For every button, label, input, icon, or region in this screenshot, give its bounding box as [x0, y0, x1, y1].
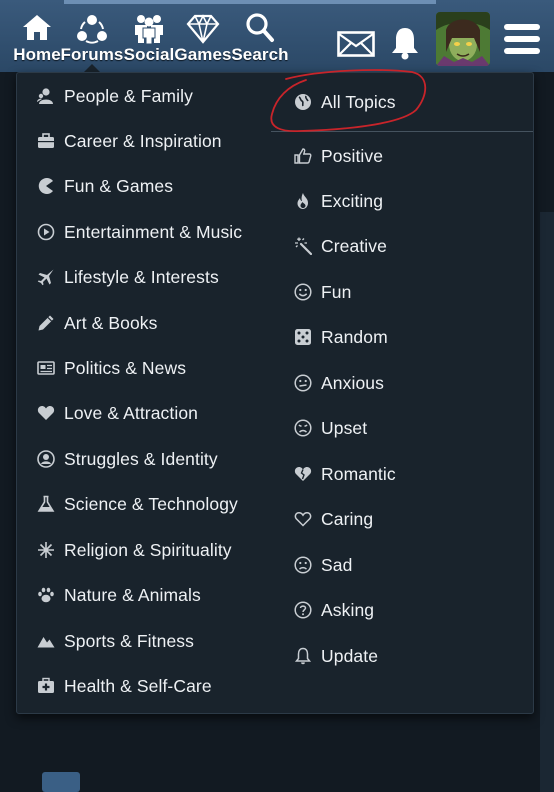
topic-random[interactable]: Random [292, 322, 388, 352]
people-icon [35, 85, 57, 107]
forums-icon [77, 15, 107, 44]
user-avatar[interactable] [436, 12, 490, 66]
heart-broken-icon [292, 463, 314, 485]
category-politics-news[interactable]: Politics & News [35, 353, 186, 383]
category-fun-games[interactable]: Fun & Games [35, 171, 173, 201]
nav-social[interactable]: Social [124, 12, 174, 68]
category-art-books[interactable]: Art & Books [35, 308, 158, 338]
search-icon [246, 13, 274, 42]
topics-divider [271, 131, 533, 132]
bell-icon[interactable] [389, 26, 421, 60]
menu-icon[interactable] [503, 22, 541, 56]
pacman-icon [35, 175, 57, 197]
games-icon [186, 14, 220, 44]
user-circle-icon [35, 448, 57, 470]
nav-top-strip [64, 0, 436, 4]
category-nature-animals[interactable]: Nature & Animals [35, 580, 201, 610]
mail-icon[interactable] [337, 31, 375, 57]
category-career-inspiration[interactable]: Career & Inspiration [35, 126, 222, 156]
meh-icon [292, 372, 314, 394]
topic-sad[interactable]: Sad [292, 550, 352, 580]
smile-icon [292, 281, 314, 303]
topic-caring[interactable]: Caring [292, 504, 373, 534]
newspaper-icon [35, 357, 57, 379]
briefcase-icon [35, 130, 57, 152]
question-icon [292, 599, 314, 621]
sparkle-icon [35, 539, 57, 561]
avatar-image [436, 12, 490, 66]
category-love-attraction[interactable]: Love & Attraction [35, 398, 198, 428]
pencil-icon [35, 312, 57, 334]
magic-wand-icon [292, 235, 314, 257]
nav-forums[interactable]: Forums [61, 12, 123, 68]
nav-home[interactable]: Home [13, 12, 61, 68]
home-icon [23, 15, 51, 40]
topic-update[interactable]: Update [292, 641, 378, 671]
topic-fun[interactable]: Fun [292, 277, 351, 307]
fire-icon [292, 190, 314, 212]
category-religion-spirituality[interactable]: Religion & Spirituality [35, 535, 232, 565]
topic-all-topics[interactable]: All Topics [292, 87, 396, 117]
bell-small-icon [292, 645, 314, 667]
category-entertainment-music[interactable]: Entertainment & Music [35, 217, 242, 247]
background-column [540, 212, 554, 792]
nav-search[interactable]: Search [231, 12, 289, 68]
dice-icon [292, 326, 314, 348]
plane-icon [35, 266, 57, 288]
background-thumbnail [42, 772, 80, 792]
globe-icon [292, 91, 314, 113]
heart-outline-icon [292, 508, 314, 530]
topic-upset[interactable]: Upset [292, 413, 367, 443]
sad-icon [292, 554, 314, 576]
topic-asking[interactable]: Asking [292, 595, 374, 625]
category-science-technology[interactable]: Science & Technology [35, 489, 238, 519]
forums-dropdown [16, 72, 534, 714]
thumbs-up-icon [292, 145, 314, 167]
topic-exciting[interactable]: Exciting [292, 186, 383, 216]
top-nav-bar: Home Forums Social Games Search [0, 0, 554, 72]
category-people-family[interactable]: People & Family [35, 81, 193, 111]
category-struggles-identity[interactable]: Struggles & Identity [35, 444, 218, 474]
frown-icon [292, 417, 314, 439]
paw-icon [35, 584, 57, 606]
category-sports-fitness[interactable]: Sports & Fitness [35, 626, 194, 656]
topic-romantic[interactable]: Romantic [292, 459, 396, 489]
social-icon [135, 15, 163, 44]
flask-icon [35, 493, 57, 515]
first-aid-icon [35, 675, 57, 697]
topic-anxious[interactable]: Anxious [292, 368, 384, 398]
heart-icon [35, 402, 57, 424]
topic-positive[interactable]: Positive [292, 141, 383, 171]
category-lifestyle-interests[interactable]: Lifestyle & Interests [35, 262, 219, 292]
topic-creative[interactable]: Creative [292, 231, 387, 261]
mountain-icon [35, 630, 57, 652]
play-icon [35, 221, 57, 243]
nav-games[interactable]: Games [174, 12, 232, 68]
category-health-self-care[interactable]: Health & Self-Care [35, 671, 212, 701]
